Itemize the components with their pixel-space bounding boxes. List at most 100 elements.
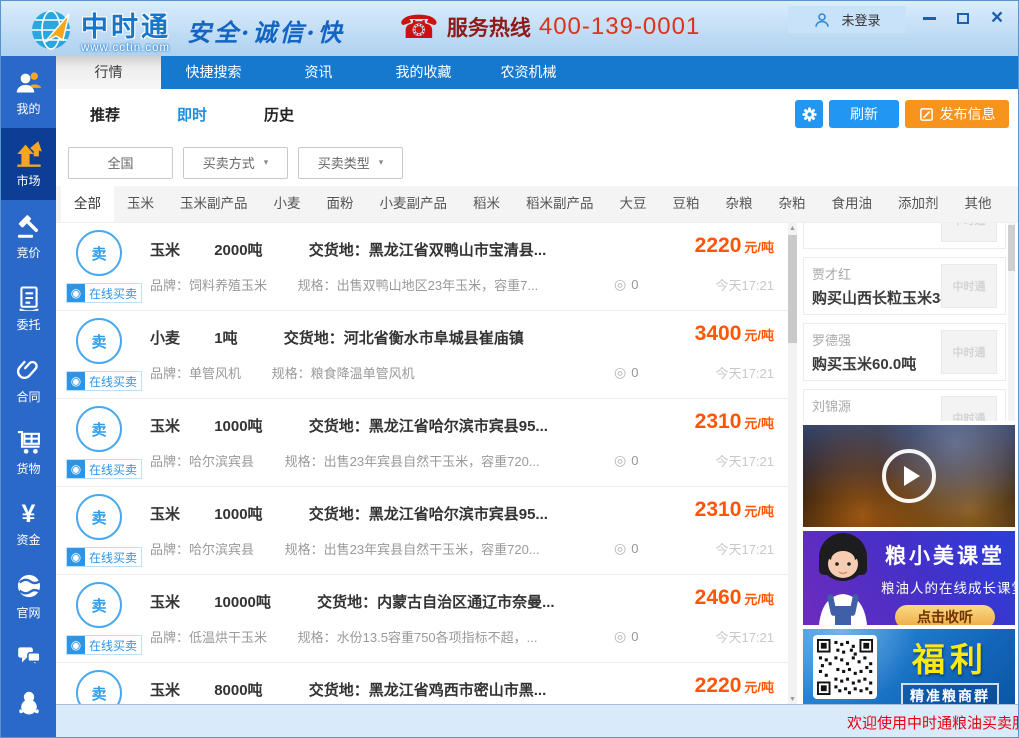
listen-button[interactable]: 点击收听 [895,605,995,625]
listing-row[interactable]: 卖 ◉ 在线买卖 玉米 2000吨 交货地：黑龙江省双鸭山市宝清县... [56,223,788,311]
slogan-text: 安全·诚信·快 [187,13,345,48]
login-status-chip[interactable]: 未登录 [788,6,906,33]
category-misc-grain[interactable]: 杂粮 [713,186,766,222]
post-time: 今天17:21 [715,275,774,294]
settings-button[interactable] [795,100,823,128]
brand: 品牌：饲料养殖玉米 [150,278,267,293]
buy-request-card[interactable]: 罗德强 购买玉米60.0吨 中时通 [803,323,1006,381]
sidebar-item-messages[interactable] [1,632,56,679]
sidebar-item-bidding[interactable]: 竞价 [1,200,56,272]
listing-row[interactable]: 卖 ◉ 在线买卖 玉米 8000吨 交货地：黑龙江省鸡西市密山市黑... [56,663,788,704]
category-soybean-meal[interactable]: 豆粕 [660,186,713,222]
category-flour[interactable]: 面粉 [314,186,367,222]
region-filter[interactable]: 全国 [68,147,173,179]
chat-icon [16,644,42,668]
quantity: 10000吨 [214,594,271,611]
subtab-history[interactable]: 历史 [264,104,294,125]
category-additives[interactable]: 添加剂 [885,186,952,222]
list-scrollbar[interactable]: ▲ ▼ [788,223,797,704]
buy-request-card[interactable]: 贾才红 购买山西长粒玉米34 中时通 [803,257,1006,315]
sidebar-item-contract[interactable]: 合同 [1,344,56,416]
nav-tab-favorites[interactable]: 我的收藏 [371,56,476,89]
listing-row[interactable]: 卖 ◉ 在线买卖 玉米 1000吨 交货地：黑龙江省哈尔滨市宾县95... [56,399,788,487]
promo-video[interactable] [803,425,1015,527]
scroll-up-icon[interactable]: ▲ [788,223,797,235]
trade-mode-filter[interactable]: 买卖方式 ▾ [183,147,288,179]
listing-row[interactable]: 卖 ◉ 在线买卖 玉米 10000吨 交货地：内蒙古自治区通辽市奈曼... [56,575,788,663]
requests-scrollbar[interactable] [1008,223,1015,421]
filter-bar: 全国 买卖方式 ▾ 买卖类型 ▾ [56,139,1018,186]
subnav: 推荐 即时 历史 刷新 [56,89,1018,139]
buyer-name: 贾才红 [812,264,941,283]
paperclip-icon [15,356,43,384]
sidebar-item-qq[interactable] [1,679,56,726]
sidebar-item-website[interactable]: 官网 [1,560,56,632]
quantity: 1吨 [214,330,237,347]
category-other[interactable]: 其他 [952,186,1005,222]
category-rice-byproducts[interactable]: 稻米副产品 [513,186,607,222]
requests-scrollbar-thumb[interactable] [1008,225,1015,271]
scrollbar-thumb[interactable] [788,235,797,343]
category-corn[interactable]: 玉米 [114,186,167,222]
quantity: 1000吨 [214,418,262,435]
delivery-location: 交货地：黑龙江省哈尔滨市宾县95... [309,506,548,523]
online-trade-icon: ◉ [67,372,85,390]
product-name: 玉米 [150,594,180,611]
subtab-recommended[interactable]: 推荐 [90,104,120,125]
scroll-down-icon[interactable]: ▼ [788,694,797,704]
post-time: 今天17:21 [715,363,774,382]
minimize-button[interactable] [916,9,942,27]
users-icon [15,68,43,96]
post-time: 今天17:21 [715,539,774,558]
listing-info: 玉米 1000吨 交货地：黑龙江省哈尔滨市宾县95... 品牌：哈尔滨宾县 规格… [150,399,610,486]
close-button[interactable]: × [984,9,1010,27]
sidebar-item-entrust[interactable]: 委托 [1,272,56,344]
sidebar-item-mine[interactable]: 我的 [1,56,56,128]
region-filter-label: 全国 [107,153,133,172]
nav-tab-quick-search[interactable]: 快捷搜索 [161,56,266,89]
listing-info: 小麦 1吨 交货地：河北省衡水市阜城县崔庙镇 品牌：单管风机 规格：粮食降温单管… [150,311,610,398]
quantity: 2000吨 [214,242,262,259]
buy-request-card[interactable]: 刘锦源 购买稻米33.78吨 中时通 [803,389,1006,421]
publish-label: 发布信息 [940,104,996,124]
sidebar-item-funds[interactable]: ¥ 资金 [1,488,56,560]
product-name: 玉米 [150,418,180,435]
product-name: 玉米 [150,682,180,699]
listings-area: 卖 ◉ 在线买卖 玉米 2000吨 交货地：黑龙江省双鸭山市宝清县... [56,223,1018,704]
subtab-realtime[interactable]: 即时 [177,104,207,125]
category-corn-byproducts[interactable]: 玉米副产品 [167,186,261,222]
sidebar-item-market[interactable]: 市场 [1,128,56,200]
nav-tab-agri-machinery[interactable]: 农资机械 [476,56,581,89]
nav-tab-market-quotes[interactable]: 行情 [56,56,161,89]
hotline-label: 服务热线 [447,12,531,42]
category-misc-meal[interactable]: 杂粕 [766,186,819,222]
qr-banner[interactable]: 福利 精准粮商群 [803,629,1015,704]
category-wheat[interactable]: 小麦 [261,186,314,222]
maximize-button[interactable] [950,9,976,27]
category-all[interactable]: 全部 [61,186,114,222]
category-rice[interactable]: 稻米 [460,186,513,222]
request-thumbnail: 中时通 [941,223,997,242]
buy-request-card[interactable]: 购买玉米60.0吨 中时通 [803,223,1006,249]
category-bar: 全部 玉米 玉米副产品 小麦 面粉 小麦副产品 稻米 稻米副产品 大豆 豆粕 杂… [56,186,1018,223]
sidebar: 我的 市场 竞价 [1,56,56,737]
delivery-location: 交货地：黑龙江省哈尔滨市宾县95... [309,418,548,435]
listing-row[interactable]: 卖 ◉ 在线买卖 小麦 1吨 交货地：河北省衡水市阜城县崔庙镇 [56,311,788,399]
play-icon[interactable] [882,449,936,503]
listing-price-col: 2220元/吨 ◎0 今天17:21 [610,223,788,310]
sidebar-item-goods[interactable]: 货物 [1,416,56,488]
listing-info: 玉米 2000吨 交货地：黑龙江省双鸭山市宝清县... 品牌：饲料养殖玉米 规格… [150,223,610,310]
nav-tab-news[interactable]: 资讯 [266,56,371,89]
publish-button[interactable]: 发布信息 [905,100,1009,128]
listing-price-col: 2310元/吨 ◎0 今天17:21 [610,487,788,574]
category-soybean[interactable]: 大豆 [607,186,660,222]
category-wheat-byproducts[interactable]: 小麦副产品 [367,186,461,222]
brand: 品牌：哈尔滨宾县 [150,542,254,557]
trade-type-filter[interactable]: 买卖类型 ▾ [298,147,403,179]
price-unit: 元/吨 [744,328,774,343]
category-edible-oil[interactable]: 食用油 [819,186,886,222]
refresh-button[interactable]: 刷新 [829,100,899,128]
listing-row[interactable]: 卖 ◉ 在线买卖 玉米 1000吨 交货地：黑龙江省哈尔滨市宾县95... [56,487,788,575]
user-icon [813,11,831,29]
course-banner[interactable]: 粮小美课堂 粮油人的在线成长课堂 点击收听 [803,531,1015,625]
